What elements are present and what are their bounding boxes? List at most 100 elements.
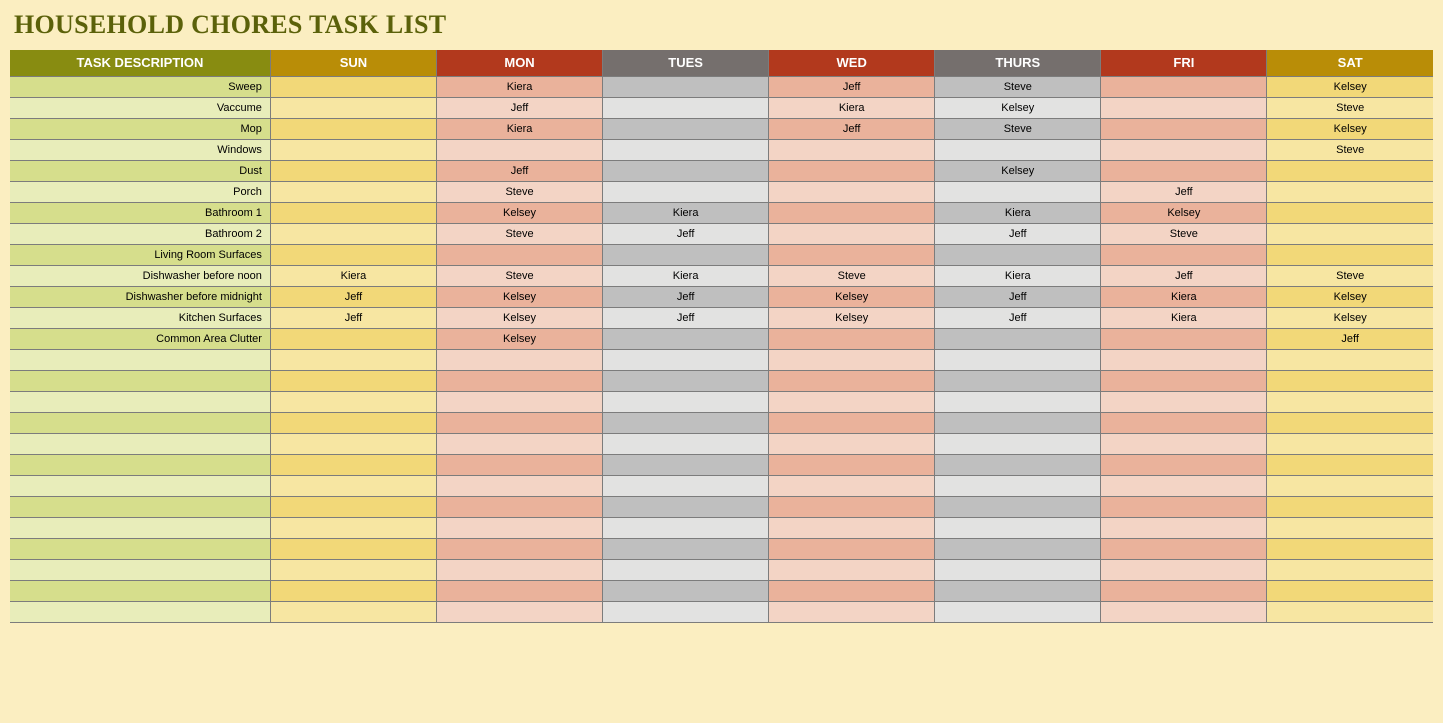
day-cell-fri[interactable] bbox=[1101, 518, 1267, 539]
day-cell-tues[interactable]: Jeff bbox=[603, 308, 769, 329]
day-cell-wed[interactable] bbox=[769, 581, 935, 602]
day-cell-sun[interactable] bbox=[270, 476, 436, 497]
day-cell-tues[interactable] bbox=[603, 371, 769, 392]
day-cell-tues[interactable] bbox=[603, 539, 769, 560]
day-cell-sat[interactable]: Jeff bbox=[1267, 329, 1433, 350]
day-cell-thurs[interactable]: Steve bbox=[935, 119, 1101, 140]
task-cell[interactable]: Bathroom 1 bbox=[10, 203, 270, 224]
day-cell-mon[interactable]: Steve bbox=[437, 182, 603, 203]
day-cell-wed[interactable] bbox=[769, 434, 935, 455]
day-cell-wed[interactable] bbox=[769, 560, 935, 581]
day-cell-thurs[interactable]: Kiera bbox=[935, 266, 1101, 287]
day-cell-wed[interactable] bbox=[769, 182, 935, 203]
task-cell[interactable]: Porch bbox=[10, 182, 270, 203]
day-cell-thurs[interactable] bbox=[935, 350, 1101, 371]
day-cell-fri[interactable] bbox=[1101, 581, 1267, 602]
day-cell-sun[interactable] bbox=[270, 434, 436, 455]
day-cell-thurs[interactable]: Jeff bbox=[935, 308, 1101, 329]
day-cell-tues[interactable] bbox=[603, 161, 769, 182]
day-cell-fri[interactable] bbox=[1101, 434, 1267, 455]
day-cell-thurs[interactable] bbox=[935, 497, 1101, 518]
day-cell-tues[interactable] bbox=[603, 350, 769, 371]
day-cell-sun[interactable] bbox=[270, 581, 436, 602]
day-cell-sun[interactable] bbox=[270, 602, 436, 623]
day-cell-mon[interactable] bbox=[437, 518, 603, 539]
day-cell-fri[interactable] bbox=[1101, 413, 1267, 434]
day-cell-sun[interactable]: Kiera bbox=[270, 266, 436, 287]
task-cell[interactable] bbox=[10, 518, 270, 539]
day-cell-thurs[interactable]: Steve bbox=[935, 77, 1101, 98]
task-cell[interactable]: Bathroom 2 bbox=[10, 224, 270, 245]
day-cell-mon[interactable] bbox=[437, 560, 603, 581]
task-cell[interactable]: Living Room Surfaces bbox=[10, 245, 270, 266]
task-cell[interactable]: Sweep bbox=[10, 77, 270, 98]
day-cell-mon[interactable] bbox=[437, 434, 603, 455]
day-cell-fri[interactable] bbox=[1101, 476, 1267, 497]
day-cell-wed[interactable] bbox=[769, 371, 935, 392]
day-cell-mon[interactable] bbox=[437, 581, 603, 602]
day-cell-fri[interactable] bbox=[1101, 497, 1267, 518]
day-cell-sat[interactable] bbox=[1267, 224, 1433, 245]
day-cell-tues[interactable] bbox=[603, 140, 769, 161]
day-cell-fri[interactable] bbox=[1101, 455, 1267, 476]
day-cell-thurs[interactable] bbox=[935, 476, 1101, 497]
task-cell[interactable] bbox=[10, 539, 270, 560]
day-cell-sat[interactable] bbox=[1267, 350, 1433, 371]
day-cell-thurs[interactable] bbox=[935, 182, 1101, 203]
day-cell-mon[interactable] bbox=[437, 413, 603, 434]
day-cell-wed[interactable] bbox=[769, 140, 935, 161]
day-cell-thurs[interactable]: Jeff bbox=[935, 224, 1101, 245]
day-cell-wed[interactable] bbox=[769, 329, 935, 350]
task-cell[interactable] bbox=[10, 455, 270, 476]
day-cell-mon[interactable]: Kiera bbox=[437, 77, 603, 98]
day-cell-sun[interactable] bbox=[270, 497, 436, 518]
task-cell[interactable]: Mop bbox=[10, 119, 270, 140]
day-cell-fri[interactable]: Kiera bbox=[1101, 308, 1267, 329]
day-cell-sun[interactable] bbox=[270, 392, 436, 413]
day-cell-thurs[interactable] bbox=[935, 539, 1101, 560]
day-cell-sat[interactable] bbox=[1267, 602, 1433, 623]
day-cell-wed[interactable] bbox=[769, 392, 935, 413]
day-cell-sat[interactable] bbox=[1267, 560, 1433, 581]
day-cell-fri[interactable] bbox=[1101, 245, 1267, 266]
task-cell[interactable] bbox=[10, 560, 270, 581]
day-cell-thurs[interactable] bbox=[935, 329, 1101, 350]
day-cell-sat[interactable] bbox=[1267, 497, 1433, 518]
day-cell-sat[interactable] bbox=[1267, 413, 1433, 434]
day-cell-fri[interactable] bbox=[1101, 350, 1267, 371]
day-cell-tues[interactable] bbox=[603, 77, 769, 98]
day-cell-sun[interactable] bbox=[270, 245, 436, 266]
task-cell[interactable] bbox=[10, 350, 270, 371]
task-cell[interactable]: Kitchen Surfaces bbox=[10, 308, 270, 329]
day-cell-tues[interactable] bbox=[603, 392, 769, 413]
day-cell-sat[interactable] bbox=[1267, 161, 1433, 182]
day-cell-mon[interactable]: Jeff bbox=[437, 98, 603, 119]
task-cell[interactable]: Vaccume bbox=[10, 98, 270, 119]
day-cell-tues[interactable]: Kiera bbox=[603, 266, 769, 287]
day-cell-fri[interactable] bbox=[1101, 560, 1267, 581]
day-cell-mon[interactable]: Steve bbox=[437, 266, 603, 287]
day-cell-sun[interactable] bbox=[270, 77, 436, 98]
day-cell-thurs[interactable] bbox=[935, 371, 1101, 392]
day-cell-sun[interactable] bbox=[270, 518, 436, 539]
day-cell-sat[interactable] bbox=[1267, 476, 1433, 497]
day-cell-wed[interactable]: Kelsey bbox=[769, 287, 935, 308]
day-cell-thurs[interactable]: Kelsey bbox=[935, 161, 1101, 182]
day-cell-sun[interactable] bbox=[270, 350, 436, 371]
day-cell-mon[interactable] bbox=[437, 245, 603, 266]
day-cell-sat[interactable] bbox=[1267, 455, 1433, 476]
day-cell-fri[interactable] bbox=[1101, 119, 1267, 140]
day-cell-fri[interactable]: Steve bbox=[1101, 224, 1267, 245]
day-cell-mon[interactable] bbox=[437, 602, 603, 623]
day-cell-wed[interactable] bbox=[769, 602, 935, 623]
day-cell-thurs[interactable] bbox=[935, 392, 1101, 413]
task-cell[interactable]: Windows bbox=[10, 140, 270, 161]
day-cell-wed[interactable] bbox=[769, 476, 935, 497]
day-cell-mon[interactable] bbox=[437, 350, 603, 371]
task-cell[interactable]: Dishwasher before noon bbox=[10, 266, 270, 287]
task-cell[interactable] bbox=[10, 392, 270, 413]
day-cell-sat[interactable]: Steve bbox=[1267, 266, 1433, 287]
day-cell-fri[interactable]: Kiera bbox=[1101, 287, 1267, 308]
task-cell[interactable] bbox=[10, 602, 270, 623]
day-cell-fri[interactable] bbox=[1101, 371, 1267, 392]
